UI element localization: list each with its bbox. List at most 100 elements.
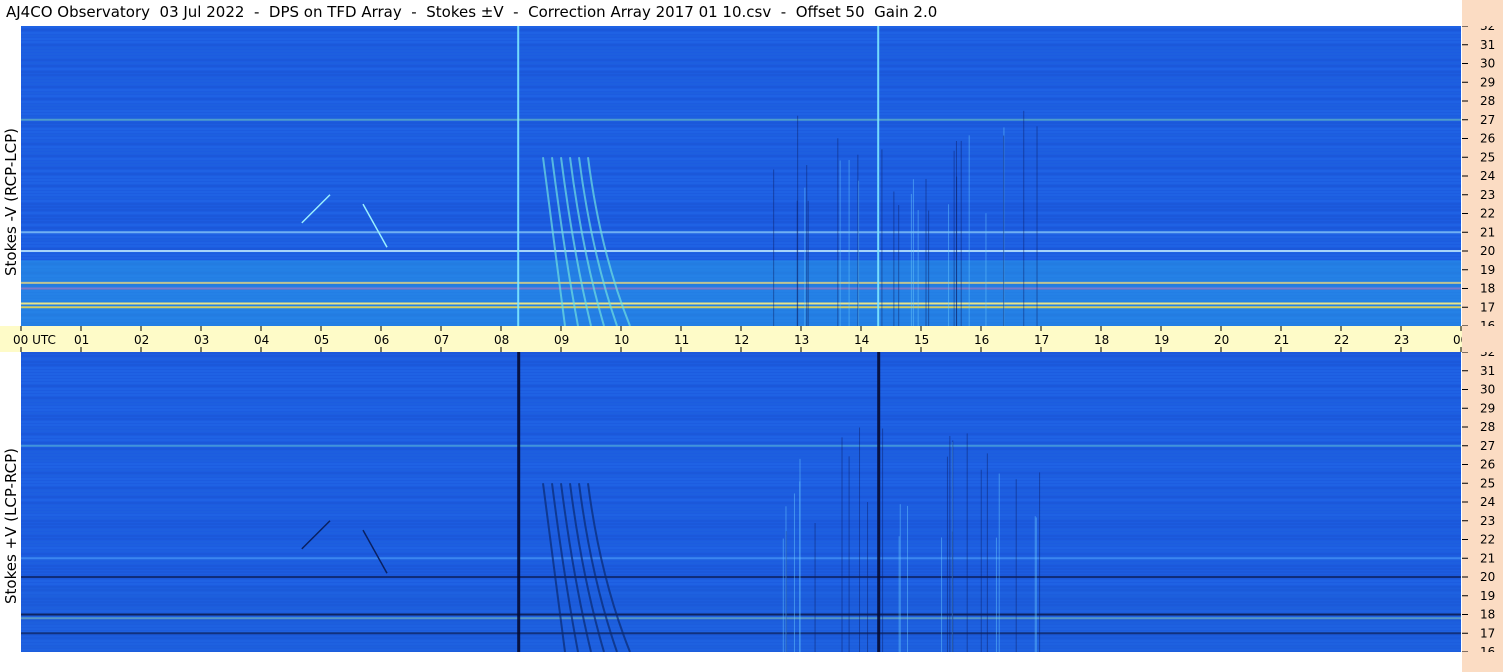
y-tick-label: 29 (1480, 401, 1495, 415)
spectrogram-band (21, 62, 1461, 64)
y-tick-label: 16 (1480, 319, 1495, 326)
spectrogram-band (21, 233, 1461, 235)
vertical-streak (910, 193, 912, 326)
x-tick-label: 12 (734, 333, 749, 347)
vertical-streak (1015, 479, 1017, 652)
spectrogram-band (21, 152, 1461, 154)
spectrogram-band (21, 182, 1461, 184)
spectrogram-band (21, 400, 1461, 402)
x-tick-label: 10 (614, 333, 629, 347)
spectrogram-band (21, 110, 1461, 112)
spectrogram-band (21, 53, 1461, 55)
vertical-streak (867, 502, 869, 652)
vertical-streak (1036, 126, 1038, 326)
spectrogram-band (21, 44, 1461, 46)
spectrogram-band (21, 370, 1461, 372)
vertical-streak (782, 538, 784, 652)
spectrogram-band (21, 430, 1461, 432)
x-tick-label: 14 (854, 333, 869, 347)
y-tick-label: 23 (1480, 188, 1495, 202)
vertical-streak (859, 427, 861, 652)
vertical-event-line (517, 26, 520, 326)
spectrogram-band (21, 125, 1461, 127)
time-axis: 00 UTC 01 02 03 04 05 06 07 08 09 10 11 12 13 14 15 16 17… (0, 326, 1462, 352)
spectrogram-band (21, 83, 1461, 85)
y-tick-label: 31 (1480, 364, 1495, 378)
spectrogram-band (21, 379, 1461, 381)
spectrogram-band (21, 80, 1461, 82)
spectrogram-band (21, 538, 1461, 540)
x-tick-label: 23 (1394, 333, 1409, 347)
spectrogram-band (21, 460, 1461, 462)
vertical-streak (941, 537, 943, 652)
x-tick-label: 11 (674, 333, 689, 347)
spectrogram-band (21, 409, 1461, 411)
spectrogram-band (21, 526, 1461, 528)
spectrogram-band (21, 457, 1461, 459)
bottom-panel-label: Stokes +V (LCP-RCP) (2, 448, 20, 604)
spectrogram-band (21, 493, 1461, 495)
spectrogram-band (21, 388, 1461, 390)
interference-line (21, 576, 1461, 578)
spectrogram-band (21, 418, 1461, 420)
spectrogram-band (21, 200, 1461, 202)
spectrogram-band (21, 194, 1461, 196)
spectrogram-band (21, 146, 1461, 148)
interference-line (21, 118, 1461, 121)
x-tick-label: 07 (434, 333, 449, 347)
spectrogram-band (21, 532, 1461, 534)
x-tick-label: 03 (194, 333, 209, 347)
spectrogram-band (21, 107, 1461, 109)
y-tick-label: 28 (1480, 94, 1495, 108)
spectrogram-band (21, 164, 1461, 166)
vertical-streak (848, 159, 850, 326)
spectrogram-band (21, 149, 1461, 151)
x-tick-label: 01 (74, 333, 89, 347)
y-tick-label: 32 (1480, 26, 1495, 33)
spectrogram-band (21, 29, 1461, 31)
spectrogram-band (21, 382, 1461, 384)
spectrogram-band (21, 68, 1461, 70)
y-tick-label: 20 (1480, 570, 1495, 584)
y-tick-label: 26 (1480, 458, 1495, 472)
spectrogram-band (21, 113, 1461, 115)
spectrogram-band (21, 89, 1461, 91)
spectrogram-band (21, 475, 1461, 477)
y-tick-label: 27 (1480, 439, 1495, 453)
spectrogram-band (21, 565, 1461, 567)
spectrogram-band (21, 559, 1461, 561)
vertical-streak (793, 493, 795, 652)
interference-line (21, 617, 1461, 620)
spectrogram-band (21, 47, 1461, 49)
spectrogram-band (21, 487, 1461, 489)
vertical-streak (804, 187, 806, 326)
vertical-streak (807, 200, 809, 326)
y-tick-label: 22 (1480, 207, 1495, 221)
spectrogram-band (21, 412, 1461, 414)
spectrogram-band (21, 448, 1461, 450)
vertical-streak (898, 536, 900, 652)
spectrogram-band (21, 376, 1461, 378)
spectrogram-band (21, 128, 1461, 130)
spectrogram-band (21, 185, 1461, 187)
vertical-streak (925, 178, 927, 326)
spectrogram-band (21, 355, 1461, 357)
y-tick-label: 19 (1480, 589, 1495, 603)
y-tick-label: 18 (1480, 282, 1495, 296)
spectrogram-band (21, 571, 1461, 573)
spectrogram-band (21, 550, 1461, 552)
vertical-streak (907, 505, 909, 652)
spectrogram-band (21, 173, 1461, 175)
spectrogram-band (21, 352, 1461, 354)
spectrogram-band (21, 77, 1461, 79)
y-tick-label: 17 (1480, 300, 1495, 314)
spectrogram-band (21, 466, 1461, 468)
bottom-frequency-axis: 16 17 18 19 20 21 22 23 24 25 26 27 28 29 30 31 32 (1462, 345, 1503, 659)
spectrogram-band (21, 71, 1461, 73)
spectrogram-band (21, 122, 1461, 124)
time-axis-svg: 00 UTC 01 02 03 04 05 06 07 08 09 10 11 12 13 14 15 16 17… (13, 326, 1462, 352)
x-tick-label: 08 (494, 333, 509, 347)
x-tick-label: 04 (254, 333, 269, 347)
vertical-streak (955, 140, 957, 326)
interference-line (21, 444, 1461, 447)
